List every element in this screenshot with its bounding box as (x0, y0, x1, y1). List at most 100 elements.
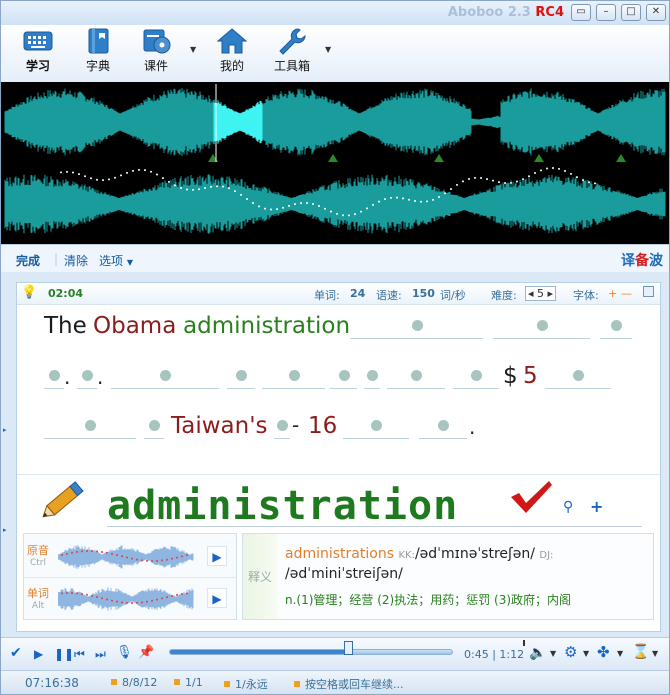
keyboard-icon (23, 31, 53, 51)
restore-button[interactable]: ▭ (571, 4, 591, 21)
word-blank[interactable] (545, 365, 611, 389)
word-audio-wave[interactable] (58, 584, 194, 614)
word-blank[interactable] (493, 315, 590, 339)
word-blank[interactable] (364, 365, 380, 389)
play-icon[interactable]: ▶ (34, 647, 43, 661)
volume-dropdown-icon[interactable]: ▼ (550, 649, 556, 658)
volume-icon[interactable]: 🔈 (529, 645, 546, 661)
left-collapse-arrow-icon[interactable]: ▸ (3, 426, 7, 434)
font-increase-button[interactable]: + (608, 287, 617, 300)
font-decrease-button[interactable]: — (621, 287, 632, 300)
clear-button[interactable]: 清除 (64, 252, 88, 269)
expand-panel-icon[interactable] (643, 286, 654, 297)
settings-dropdown-icon[interactable]: ▼ (583, 649, 589, 658)
current-word-underline (107, 526, 642, 527)
word-blank[interactable] (227, 365, 255, 389)
mini-pitch-dot (166, 558, 168, 561)
word-blank[interactable] (77, 365, 97, 389)
toolbar-mine-button[interactable]: 我的 (212, 27, 252, 74)
toolbar-toolbox-button[interactable]: 工具箱 (267, 27, 317, 74)
pitch-dot (540, 169, 542, 172)
sentence-marker-icon[interactable] (616, 154, 626, 162)
font-label: 字体: (573, 289, 599, 302)
slider-end-marker (523, 640, 525, 646)
word-blank[interactable] (262, 365, 325, 389)
play-word-button[interactable]: ▶ (207, 588, 227, 608)
sentence-area[interactable]: The Obama administration . . $ 5 Taiwan'… (17, 305, 660, 475)
sentence-marker-icon[interactable] (434, 154, 444, 162)
pause-icon[interactable]: ❚❚ (54, 647, 74, 661)
hourglass-icon[interactable]: ⌛ (632, 644, 649, 660)
pitch-dot (534, 172, 536, 175)
options-button[interactable]: 选项 ▼ (99, 252, 133, 269)
hourglass-dropdown-icon[interactable]: ▼ (652, 649, 658, 658)
settings-gear-icon[interactable]: ⚙ (564, 643, 577, 661)
difficulty-spinner[interactable]: ◂ 5 ▸ (525, 286, 557, 301)
pitch-dot (258, 205, 260, 208)
pitch-dot (240, 193, 242, 196)
toolbar-dictionary-button[interactable]: 字典 (78, 27, 118, 74)
difficulty-value: 5 (537, 287, 545, 300)
done-button[interactable]: 完成 (16, 252, 40, 269)
lightbulb-icon[interactable]: 💡 (21, 285, 37, 300)
close-button[interactable]: ✕ (646, 4, 666, 21)
next-icon[interactable]: ⏭ (95, 647, 106, 662)
word-blank[interactable] (600, 315, 632, 339)
pitch-dot (570, 172, 572, 175)
word-the: The (44, 313, 87, 339)
left-collapse-arrow-icon-2[interactable]: ▸ (3, 526, 7, 534)
minimize-button[interactable]: – (596, 4, 616, 21)
pitch-dot (318, 205, 320, 208)
word-blank[interactable] (330, 365, 357, 389)
waveform-display[interactable] (1, 82, 669, 244)
pitch-dot (390, 196, 392, 199)
mini-pitch-dot (171, 557, 173, 560)
word-blank[interactable] (453, 365, 499, 389)
main-toolbar: 学习 字典 课件 ▼ 我的 工具箱 ▼ (1, 25, 669, 82)
pitch-dot (450, 188, 452, 191)
word-blank[interactable] (350, 315, 483, 339)
pitch-dot (156, 173, 158, 176)
pitch-dot (198, 188, 200, 191)
check-icon[interactable]: ✔ (10, 645, 22, 661)
add-word-icon[interactable]: + (590, 497, 603, 516)
pitch-dot (438, 196, 440, 199)
word-blank[interactable] (343, 415, 409, 439)
toolbar-study-button[interactable]: 学习 (18, 27, 58, 74)
sentence-marker-icon[interactable] (534, 154, 544, 162)
mini-pitch-dot (131, 601, 133, 604)
pitch-dot (252, 202, 254, 205)
word-blank[interactable] (387, 365, 445, 389)
zoom-icon[interactable]: ⚲ (563, 499, 573, 515)
progress-slider-thumb[interactable] (344, 641, 353, 655)
original-audio-label: 原音 Ctrl (27, 544, 49, 568)
speed-label: 语速: (376, 289, 402, 302)
pitch-dot (360, 210, 362, 213)
pin-icon[interactable]: 📌 (138, 645, 154, 660)
word-blank[interactable] (44, 365, 64, 389)
mini-pitch-dot (161, 597, 163, 600)
courseware-dropdown-arrow-icon[interactable]: ▼ (190, 45, 196, 54)
word-blank[interactable] (274, 415, 290, 439)
pitch-dot (132, 169, 134, 172)
word-blank[interactable] (144, 415, 164, 439)
play-original-button[interactable]: ▶ (207, 546, 227, 566)
word-blank[interactable] (44, 415, 136, 439)
previous-icon[interactable]: ⏮ (74, 647, 85, 662)
progress-slider[interactable] (169, 649, 453, 655)
sentence-marker-icon[interactable] (328, 154, 338, 162)
toolbox-dropdown-arrow-icon[interactable]: ▼ (325, 45, 331, 54)
pitch-dot (282, 206, 284, 209)
microphone-icon[interactable]: 🎙 (116, 645, 133, 660)
maximize-button[interactable]: □ (621, 4, 641, 21)
word-audio-label: 单词 Alt (27, 587, 49, 611)
word-obama: Obama (93, 313, 177, 339)
toolbar-courseware-button[interactable]: 课件 (136, 27, 176, 74)
original-audio-wave[interactable] (58, 542, 194, 572)
word-blank[interactable] (111, 365, 219, 389)
clover-dropdown-icon[interactable]: ▼ (617, 649, 623, 658)
pitch-dot (516, 180, 518, 183)
word-blank[interactable] (419, 415, 467, 439)
clover-icon[interactable]: ✤ (597, 643, 610, 661)
definition-side-label: 释义 (243, 534, 277, 619)
